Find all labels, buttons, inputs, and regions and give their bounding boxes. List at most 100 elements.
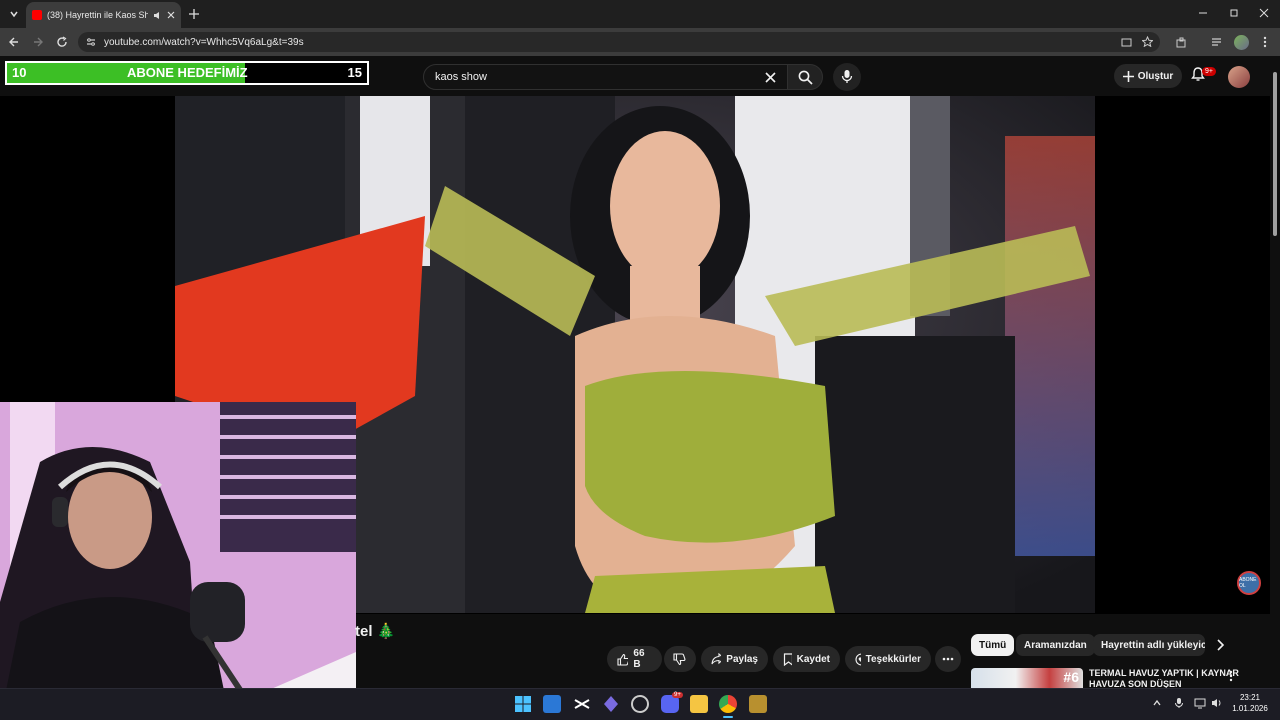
chevron-right-icon — [1217, 639, 1225, 651]
save-label: Kaydet — [796, 653, 830, 665]
streamer-webcam-image — [0, 402, 356, 720]
thanks-button[interactable]: Teşekkürler — [845, 646, 931, 672]
chip-all[interactable]: Tümü — [971, 634, 1015, 656]
network-button[interactable] — [1194, 697, 1206, 709]
bookmark-star-icon[interactable] — [1142, 36, 1153, 47]
chevron-down-icon — [10, 11, 18, 18]
recommendation-title[interactable]: TERMAL HAVUZ YAPTIK | KAYNAR HAVUZA SON … — [1089, 668, 1239, 688]
back-button[interactable] — [7, 35, 21, 49]
arrow-right-icon — [34, 37, 43, 47]
voice-search-button[interactable] — [833, 63, 861, 91]
puzzle-icon — [1176, 37, 1185, 47]
share-icon — [711, 653, 722, 665]
close-window-button[interactable] — [1257, 6, 1271, 20]
extensions-button[interactable] — [1174, 35, 1188, 49]
active-app-indicator — [723, 716, 733, 718]
profile-avatar[interactable] — [1234, 35, 1249, 50]
reload-icon — [57, 36, 67, 47]
tray-mic-button[interactable] — [1174, 697, 1186, 709]
webcam-overlay — [0, 402, 356, 720]
restore-icon — [1230, 9, 1238, 17]
tab-search-button[interactable] — [6, 6, 22, 22]
start-button[interactable] — [514, 695, 532, 713]
thanks-heart-icon — [855, 653, 861, 665]
save-button[interactable]: Kaydet — [773, 646, 840, 672]
thanks-label: Teşekkürler — [865, 653, 921, 665]
more-vertical-icon — [1229, 670, 1233, 682]
speaker-icon — [1212, 699, 1221, 707]
monitor-network-icon — [1194, 698, 1206, 709]
address-bar[interactable]: youtube.com/watch?v=Whhc5Vq6aLg&t=39s — [78, 32, 1160, 52]
site-info-icon[interactable] — [86, 37, 96, 47]
more-actions-button[interactable] — [935, 646, 961, 672]
new-tab-button[interactable] — [187, 7, 201, 21]
windows-logo-icon — [515, 696, 531, 712]
chip-from-uploader[interactable]: Hayrettin adlı yükleyiciden — [1093, 634, 1205, 656]
scrollbar-thumb[interactable] — [1273, 72, 1277, 236]
minimize-icon — [1199, 12, 1207, 14]
clock-time: 23:21 — [1239, 693, 1261, 702]
thumbs-up-icon — [617, 653, 629, 666]
outlook-icon[interactable] — [543, 695, 561, 713]
more-horizontal-icon — [942, 657, 954, 661]
notification-badge: 9+ — [1202, 67, 1216, 76]
forward-button[interactable] — [31, 35, 45, 49]
reload-button[interactable] — [55, 35, 69, 49]
list-icon — [1211, 37, 1221, 46]
minimize-button[interactable] — [1196, 6, 1210, 20]
like-count: 66 B — [633, 648, 645, 670]
system-clock[interactable]: 23:21 1.01.2026 — [1228, 692, 1272, 714]
search-query: kaos show — [435, 71, 487, 83]
create-label: Oluştur — [1137, 70, 1174, 82]
search-icon — [798, 70, 813, 85]
browser-menu-button[interactable] — [1259, 35, 1271, 49]
recommendation-menu-button[interactable] — [1229, 670, 1239, 684]
file-explorer-icon[interactable] — [690, 695, 708, 713]
share-button[interactable]: Paylaş — [701, 646, 768, 672]
video-title: tel 🎄 — [355, 623, 396, 640]
install-app-icon[interactable] — [1121, 37, 1132, 48]
obs-icon[interactable] — [631, 695, 649, 713]
restore-button[interactable] — [1227, 6, 1241, 20]
search-button[interactable] — [787, 64, 823, 90]
clear-search-icon[interactable] — [765, 72, 776, 83]
bookmark-icon — [783, 652, 792, 666]
more-vertical-icon — [1263, 36, 1267, 48]
share-label: Paylaş — [726, 653, 758, 665]
subscriber-goal-overlay: 10 ABONE HEDEFİMİZ 15 — [5, 61, 369, 85]
youtube-favicon-icon — [32, 10, 42, 20]
plus-icon — [189, 9, 199, 19]
thumbs-down-icon — [673, 652, 686, 665]
goal-start: 10 — [12, 65, 27, 80]
reading-list-button[interactable] — [1209, 35, 1223, 49]
kick-app-icon[interactable] — [602, 695, 620, 713]
tray-overflow-button[interactable] — [1152, 698, 1162, 708]
discord-badge: 9+ — [672, 692, 683, 698]
capcut-icon[interactable] — [573, 695, 591, 713]
goal-label: ABONE HEDEFİMİZ — [127, 65, 248, 80]
goal-end: 15 — [347, 65, 362, 80]
chips-next-button[interactable] — [1214, 638, 1230, 654]
browser-tab[interactable]: (38) Hayrettin ile Kaos Show — [26, 2, 181, 28]
clock-date: 1.01.2026 — [1232, 704, 1268, 713]
game-app-icon[interactable] — [749, 695, 767, 713]
create-button[interactable]: Oluştur — [1114, 64, 1182, 88]
tab-title: (38) Hayrettin ile Kaos Show — [47, 10, 148, 20]
url-text: youtube.com/watch?v=Whhc5Vq6aLg&t=39s — [104, 36, 304, 48]
chrome-icon[interactable] — [719, 695, 737, 713]
volume-button[interactable] — [1211, 697, 1223, 709]
speaker-icon[interactable] — [153, 11, 162, 20]
arrow-left-icon — [9, 37, 18, 47]
chip-from-search[interactable]: Aramanızdan — [1016, 634, 1095, 656]
microphone-icon — [1175, 698, 1183, 708]
close-tab-icon[interactable] — [167, 11, 175, 19]
plus-icon — [1122, 70, 1134, 82]
dislike-button[interactable] — [664, 646, 696, 672]
microphone-icon — [841, 70, 853, 83]
thumbnail-tag: #6 — [1063, 669, 1079, 685]
subscribe-watermark[interactable]: ABONE OL — [1237, 571, 1261, 595]
like-button[interactable]: 66 B — [607, 646, 662, 672]
account-avatar[interactable] — [1228, 66, 1250, 88]
recommendation-thumbnail[interactable]: #6 — [971, 668, 1083, 688]
search-input[interactable]: kaos show — [423, 64, 789, 90]
